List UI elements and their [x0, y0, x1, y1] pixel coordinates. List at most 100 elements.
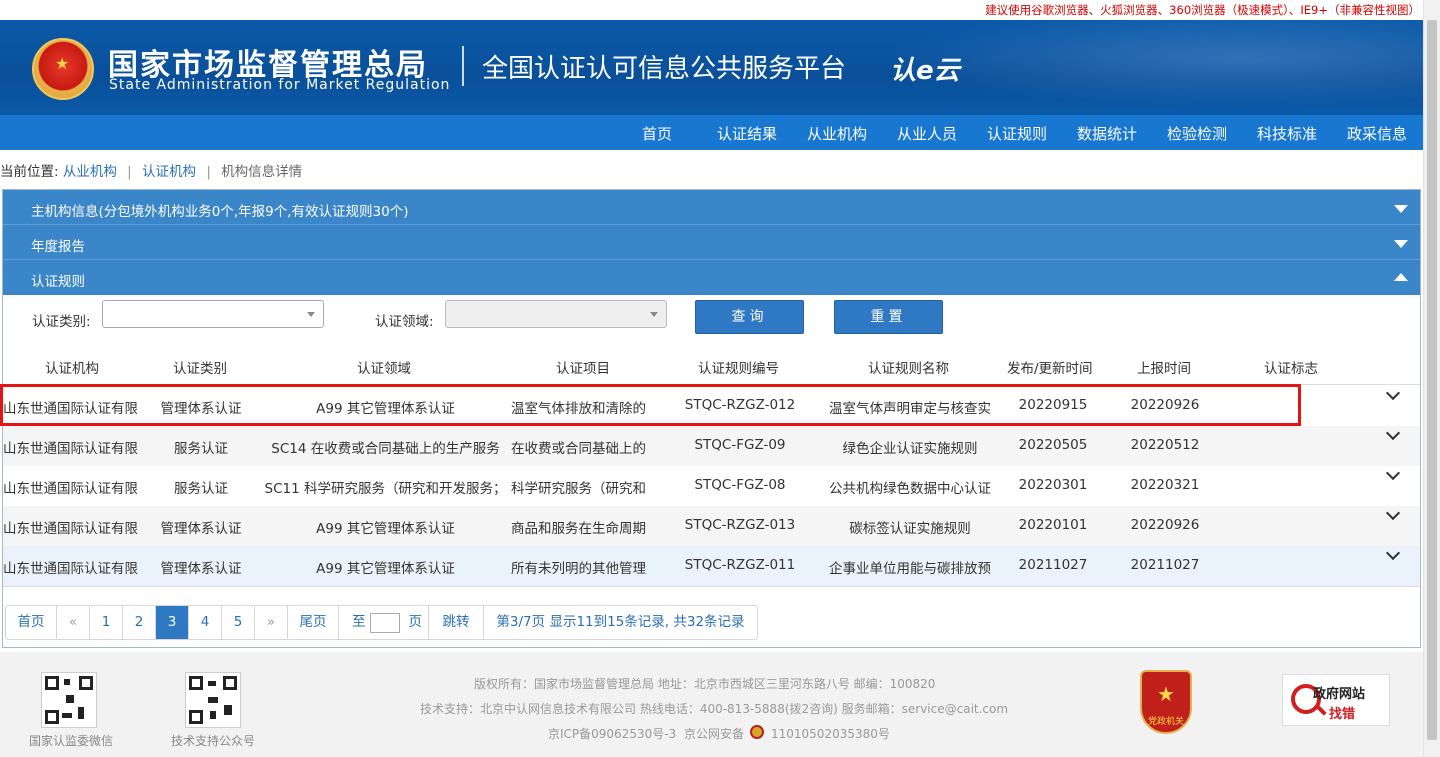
accordion-annual-report[interactable]: 年度报告 [3, 225, 1420, 260]
nav-inspection[interactable]: 检验检测 [1167, 123, 1227, 144]
cell-rule-no: STQC-FGZ-09 [694, 437, 786, 453]
page-prev[interactable]: « [57, 606, 90, 639]
cell-institution: 山东世通国际认证有限 [3, 521, 138, 537]
cell-rule-name: 绿色企业认证实施规则 [842, 441, 978, 457]
table-row[interactable]: 山东世通国际认证有限 服务认证 SC14 在收费或合同基础上的生产服务 在收费或… [3, 425, 1420, 466]
col-header-institution[interactable]: 认证机构 [45, 357, 99, 377]
col-header-mark[interactable]: 认证标志 [1264, 357, 1318, 377]
col-header-field[interactable]: 认证领域 [357, 357, 411, 377]
pagination: 首页 « 1 2 3 4 5 » 尾页 至 页 跳转 第3/7页 显示11到15… [5, 605, 758, 640]
cell-rule-no: STQC-FGZ-08 [694, 477, 786, 493]
query-button[interactable]: 查询 [695, 300, 804, 334]
cert-field-select[interactable] [445, 300, 667, 328]
cell-rule-name: 碳标签认证实施规则 [849, 521, 971, 537]
chevron-down-icon [650, 312, 658, 317]
nav-statistics[interactable]: 数据统计 [1077, 123, 1137, 144]
cell-publish-date: 20220505 [1018, 437, 1088, 453]
cell-project: 商品和服务在生命周期 [511, 521, 646, 537]
nav-cert-rules[interactable]: 认证规则 [987, 123, 1047, 144]
selected-row-highlight [0, 384, 1301, 426]
party-government-badge[interactable]: ★ 党政机关 [1140, 670, 1192, 734]
cell-project: 在收费或合同基础上的 [511, 441, 646, 457]
table-row[interactable]: 山东世通国际认证有限 管理体系认证 A99 其它管理体系认证 所有未列明的其他管… [3, 545, 1420, 586]
col-header-project[interactable]: 认证项目 [556, 357, 610, 377]
accordion-main-info[interactable]: 主机构信息(分包境外机构业务0个,年报9个,有效认证规则30个) [3, 190, 1420, 225]
cell-field: A99 其它管理体系认证 [316, 561, 455, 577]
chevron-down-icon[interactable] [1385, 385, 1401, 401]
col-header-report-date[interactable]: 上报时间 [1137, 357, 1191, 377]
header-banner: ★ 国家市场监督管理总局 State Administration for Ma… [0, 20, 1423, 115]
footer-copyright: 版权所有：国家市场监督管理总局 地址：北京市西城区三里河东路八号 邮编：1008… [474, 677, 936, 691]
chevron-down-icon[interactable] [1385, 465, 1401, 481]
footer-police-number[interactable]: 11010502035380号 [771, 725, 890, 742]
party-badge-label: 党政机关 [1147, 717, 1184, 727]
page-1[interactable]: 1 [90, 606, 123, 639]
nav-personnel[interactable]: 从业人员 [897, 123, 957, 144]
footer-police[interactable]: 京公网安备 [684, 725, 744, 742]
page-4[interactable]: 4 [189, 606, 222, 639]
nav-institutions[interactable]: 从业机构 [807, 123, 867, 144]
caret-down-icon [1394, 240, 1408, 248]
nav-cert-results[interactable]: 认证结果 [717, 123, 777, 144]
col-header-rule-no[interactable]: 认证规则编号 [698, 357, 779, 377]
chevron-down-icon[interactable] [1385, 425, 1401, 441]
browser-notice-bar: 建议使用谷歌浏览器、火狐浏览器、360浏览器（极速模式）、IE9+（非兼容性视图… [0, 0, 1440, 20]
breadcrumb-sep: | [206, 164, 211, 180]
goto-page-input[interactable] [370, 613, 400, 633]
col-header-type[interactable]: 认证类别 [173, 357, 227, 377]
qr-code-icon [185, 672, 241, 728]
scrollbar-thumb[interactable] [1427, 20, 1437, 740]
accordion-cert-rules[interactable]: 认证规则 [3, 260, 1420, 295]
page-first[interactable]: 首页 [6, 606, 57, 639]
page-jump-button[interactable]: 跳转 [429, 606, 484, 639]
page-2[interactable]: 2 [123, 606, 156, 639]
col-header-publish-date[interactable]: 发布/更新时间 [1007, 357, 1093, 377]
col-header-rule-name[interactable]: 认证规则名称 [868, 357, 949, 377]
chevron-down-icon[interactable] [1385, 545, 1401, 561]
cell-type: 管理体系认证 [160, 521, 242, 537]
caret-down-icon [1394, 205, 1408, 213]
cell-publish-date: 20211027 [1018, 557, 1088, 573]
main-nav: 首页 认证结果 从业机构 从业人员 认证规则 数据统计 检验检测 科技标准 政采… [0, 115, 1423, 150]
nav-standards[interactable]: 科技标准 [1257, 123, 1317, 144]
breadcrumb-current: 机构信息详情 [221, 164, 303, 180]
page-3[interactable]: 3 [156, 606, 189, 639]
cert-type-select[interactable] [102, 300, 324, 328]
browser-notice: 建议使用谷歌浏览器、火狐浏览器、360浏览器（极速模式）、IE9+（非兼容性视图… [985, 3, 1420, 17]
org-name-en: State Administration for Market Regulati… [109, 77, 451, 93]
cell-report-date: 20220926 [1130, 517, 1200, 533]
table-row[interactable]: 山东世通国际认证有限 管理体系认证 A99 其它管理体系认证 商品和服务在生命周… [3, 505, 1420, 546]
header-divider [462, 46, 464, 86]
cell-report-date: 20220512 [1130, 437, 1200, 453]
table-row[interactable]: 山东世通国际认证有限 服务认证 SC11 科学研究服务（研究和开发服务； 科学研… [3, 465, 1420, 506]
nav-procurement[interactable]: 政采信息 [1347, 123, 1407, 144]
chevron-down-icon[interactable] [1385, 505, 1401, 521]
breadcrumb-institutions[interactable]: 从业机构 [63, 164, 117, 180]
vertical-scrollbar[interactable] [1423, 0, 1440, 757]
cell-institution: 山东世通国际认证有限 [3, 441, 138, 457]
qr-code-icon [41, 672, 97, 728]
platform-title: 全国认证认可信息公共服务平台 [482, 54, 847, 84]
page-summary: 第3/7页 显示11到15条记录, 共32条记录 [496, 614, 745, 630]
badge-symbol-icon: ★ [1157, 682, 1175, 706]
footer-tech-support: 技术支持：北京中认网信息技术有限公司 热线电话：400-813-5888(拨2咨… [420, 702, 1009, 716]
reset-button[interactable]: 重置 [834, 300, 943, 334]
breadcrumb-cert-bodies[interactable]: 认证机构 [142, 164, 196, 180]
report-error-label: 找错 [1329, 707, 1356, 722]
nav-home[interactable]: 首页 [642, 123, 672, 144]
cell-publish-date: 20220101 [1018, 517, 1088, 533]
accordion-title: 认证规则 [31, 274, 85, 290]
footer-icp[interactable]: 京ICP备09062530号-3 [548, 725, 676, 742]
page-last[interactable]: 尾页 [288, 606, 339, 639]
cell-publish-date: 20220301 [1018, 477, 1088, 493]
breadcrumb: 当前位置: 从业机构 | 认证机构 | 机构信息详情 [0, 160, 302, 180]
cell-type: 服务认证 [174, 481, 228, 497]
accordion-title: 主机构信息(分包境外机构业务0个,年报9个,有效认证规则30个) [31, 204, 409, 220]
cell-report-date: 20220321 [1130, 477, 1200, 493]
police-badge-icon [750, 725, 764, 739]
gov-site-error-report[interactable]: 政府网站 找错 [1282, 674, 1390, 726]
row-divider [3, 586, 1420, 587]
page-5[interactable]: 5 [222, 606, 255, 639]
page-next[interactable]: » [255, 606, 288, 639]
cell-field: SC11 科学研究服务（研究和开发服务； [264, 481, 507, 497]
